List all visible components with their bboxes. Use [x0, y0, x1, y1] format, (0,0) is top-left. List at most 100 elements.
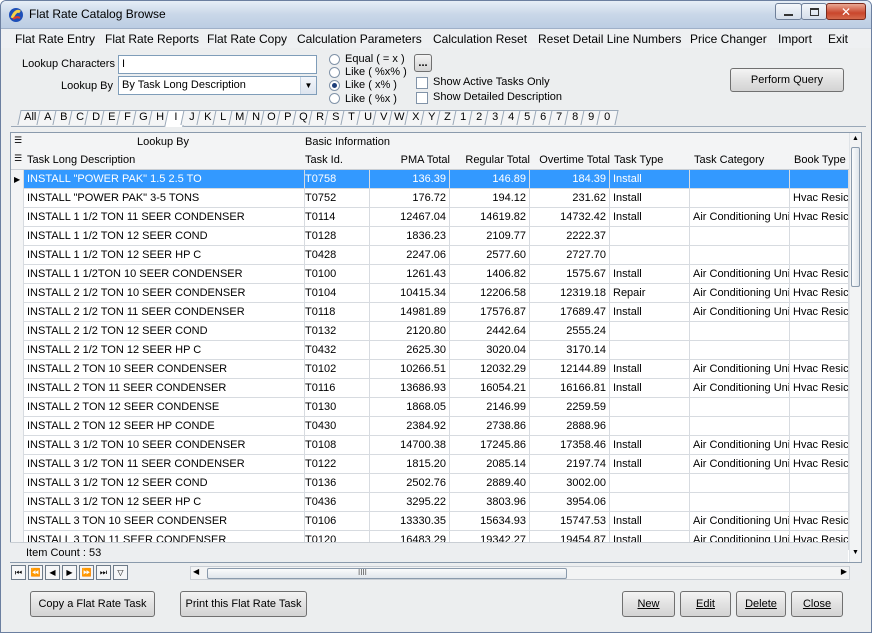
cell-regular-total[interactable]: 15634.93: [450, 512, 530, 531]
row-selector[interactable]: [11, 208, 24, 227]
cell-task-type[interactable]: Install: [610, 208, 690, 227]
cell-overtime-total[interactable]: 17358.46: [530, 436, 610, 455]
prev-page-icon[interactable]: ⏪: [28, 565, 43, 580]
cell-overtime-total[interactable]: 2259.59: [530, 398, 610, 417]
row-selector[interactable]: [11, 341, 24, 360]
cell-pma-total[interactable]: 14981.89: [370, 303, 450, 322]
cell-task-id[interactable]: T0114: [302, 208, 370, 227]
cell-regular-total[interactable]: 194.12: [450, 189, 530, 208]
cell-description[interactable]: INSTALL 2 1/2 TON 11 SEER CONDENSER: [24, 303, 305, 322]
cell-regular-total[interactable]: 2442.64: [450, 322, 530, 341]
cell-book-type[interactable]: Hvac Resic: [790, 189, 849, 208]
table-row[interactable]: INSTALL 1 1/2TON 10 SEER CONDENSER T0100 1…: [11, 265, 849, 284]
cell-overtime-total[interactable]: 2727.70: [530, 246, 610, 265]
col-task-id[interactable]: Task Id.: [305, 154, 343, 166]
row-selector[interactable]: [11, 227, 24, 246]
col-overtime-total[interactable]: Overtime Total: [530, 154, 610, 166]
table-row[interactable]: ▶ INSTALL "POWER PAK" 1.5 2.5 TO T0758 136.…: [11, 170, 849, 189]
new-button[interactable]: New: [622, 591, 675, 617]
cell-task-category[interactable]: Air Conditioning Unit: [690, 265, 790, 284]
cell-regular-total[interactable]: 12032.29: [450, 360, 530, 379]
cell-task-category[interactable]: [690, 227, 790, 246]
copy-flat-rate-task-button[interactable]: Copy a Flat Rate Task: [30, 591, 155, 617]
cell-pma-total[interactable]: 13686.93: [370, 379, 450, 398]
cell-overtime-total[interactable]: 2222.37: [530, 227, 610, 246]
cell-book-type[interactable]: [790, 417, 849, 436]
cell-task-id[interactable]: T0428: [302, 246, 370, 265]
cell-task-id[interactable]: T0104: [302, 284, 370, 303]
cell-task-category[interactable]: [690, 341, 790, 360]
cell-task-type[interactable]: Install: [610, 265, 690, 284]
radio-equal[interactable]: [329, 54, 340, 65]
cell-book-type[interactable]: [790, 474, 849, 493]
cell-task-category[interactable]: Air Conditioning Unit: [690, 303, 790, 322]
cell-task-id[interactable]: T0128: [302, 227, 370, 246]
table-row[interactable]: INSTALL 1 1/2 TON 12 SEER COND T0128 1836.…: [11, 227, 849, 246]
cell-task-id[interactable]: T0118: [302, 303, 370, 322]
cell-overtime-total[interactable]: 3170.14: [530, 341, 610, 360]
table-row[interactable]: INSTALL 2 TON 12 SEER HP CONDE T0430 2384.…: [11, 417, 849, 436]
col-task-category[interactable]: Task Category: [694, 154, 764, 166]
row-selector[interactable]: [11, 493, 24, 512]
cell-overtime-total[interactable]: 17689.47: [530, 303, 610, 322]
cell-overtime-total[interactable]: 2555.24: [530, 322, 610, 341]
menu-reset-detail-line-numbers[interactable]: Reset Detail Line Numbers: [538, 32, 681, 46]
cell-task-type[interactable]: [610, 322, 690, 341]
cell-regular-total[interactable]: 146.89: [450, 170, 530, 189]
table-row[interactable]: INSTALL 3 1/2 TON 11 SEER CONDENSER T0122…: [11, 455, 849, 474]
delete-button[interactable]: Delete: [736, 591, 786, 617]
cell-task-id[interactable]: T0116: [302, 379, 370, 398]
minimize-button[interactable]: [775, 3, 802, 20]
cell-regular-total[interactable]: 14619.82: [450, 208, 530, 227]
cell-description[interactable]: INSTALL "POWER PAK" 1.5 2.5 TO: [24, 170, 305, 189]
cell-task-id[interactable]: T0436: [302, 493, 370, 512]
cell-description[interactable]: INSTALL 3 1/2 TON 10 SEER CONDENSER: [24, 436, 305, 455]
cell-description[interactable]: INSTALL 1 1/2 TON 12 SEER HP C: [24, 246, 305, 265]
cell-task-type[interactable]: Install: [610, 360, 690, 379]
cell-task-id[interactable]: T0432: [302, 341, 370, 360]
cell-task-category[interactable]: [690, 170, 790, 189]
grid-menu-icon[interactable]: ☰: [14, 135, 22, 146]
table-row[interactable]: INSTALL 1 1/2 TON 11 SEER CONDENSER T0114…: [11, 208, 849, 227]
cell-task-type[interactable]: [610, 246, 690, 265]
cell-description[interactable]: INSTALL 2 1/2 TON 10 SEER CONDENSER: [24, 284, 305, 303]
cell-pma-total[interactable]: 136.39: [370, 170, 450, 189]
perform-query-button[interactable]: Perform Query: [730, 68, 844, 92]
cell-task-id[interactable]: T0752: [302, 189, 370, 208]
cell-regular-total[interactable]: 2085.14: [450, 455, 530, 474]
row-selector[interactable]: [11, 322, 24, 341]
cell-book-type[interactable]: Hvac Resic: [790, 265, 849, 284]
row-selector[interactable]: [11, 436, 24, 455]
cell-task-id[interactable]: T0106: [302, 512, 370, 531]
cell-overtime-total[interactable]: 184.39: [530, 170, 610, 189]
lookup-by-select[interactable]: By Task Long Description ▼: [118, 76, 317, 95]
cell-regular-total[interactable]: 2889.40: [450, 474, 530, 493]
cell-task-category[interactable]: [690, 474, 790, 493]
cell-task-category[interactable]: Air Conditioning Unit: [690, 284, 790, 303]
cell-regular-total[interactable]: 2109.77: [450, 227, 530, 246]
cell-task-category[interactable]: Air Conditioning Unit: [690, 360, 790, 379]
cell-task-type[interactable]: [610, 417, 690, 436]
cell-task-id[interactable]: T0430: [302, 417, 370, 436]
cell-pma-total[interactable]: 13330.35: [370, 512, 450, 531]
cell-task-category[interactable]: [690, 322, 790, 341]
table-row[interactable]: INSTALL 3 TON 10 SEER CONDENSER T0106 1333…: [11, 512, 849, 531]
cell-regular-total[interactable]: 2146.99: [450, 398, 530, 417]
col-task-type[interactable]: Task Type: [614, 154, 663, 166]
cell-pma-total[interactable]: 10266.51: [370, 360, 450, 379]
cell-overtime-total[interactable]: 3002.00: [530, 474, 610, 493]
cell-task-id[interactable]: T0122: [302, 455, 370, 474]
radio-like-contains[interactable]: [329, 67, 340, 78]
ellipsis-button[interactable]: ...: [414, 54, 432, 72]
cell-regular-total[interactable]: 12206.58: [450, 284, 530, 303]
prev-record-icon[interactable]: ◀: [45, 565, 60, 580]
current-row-indicator-icon[interactable]: ▶: [11, 170, 24, 189]
col-book-type[interactable]: Book Type: [794, 154, 846, 166]
vertical-scroll-thumb[interactable]: [851, 147, 860, 287]
scroll-down-icon[interactable]: ▼: [852, 549, 859, 556]
menu-flat-rate-copy[interactable]: Flat Rate Copy: [207, 32, 287, 46]
title-bar[interactable]: Flat Rate Catalog Browse ✕: [1, 1, 871, 29]
cell-book-type[interactable]: [790, 170, 849, 189]
cell-book-type[interactable]: Hvac Resic: [790, 208, 849, 227]
cell-description[interactable]: INSTALL 2 1/2 TON 12 SEER HP C: [24, 341, 305, 360]
